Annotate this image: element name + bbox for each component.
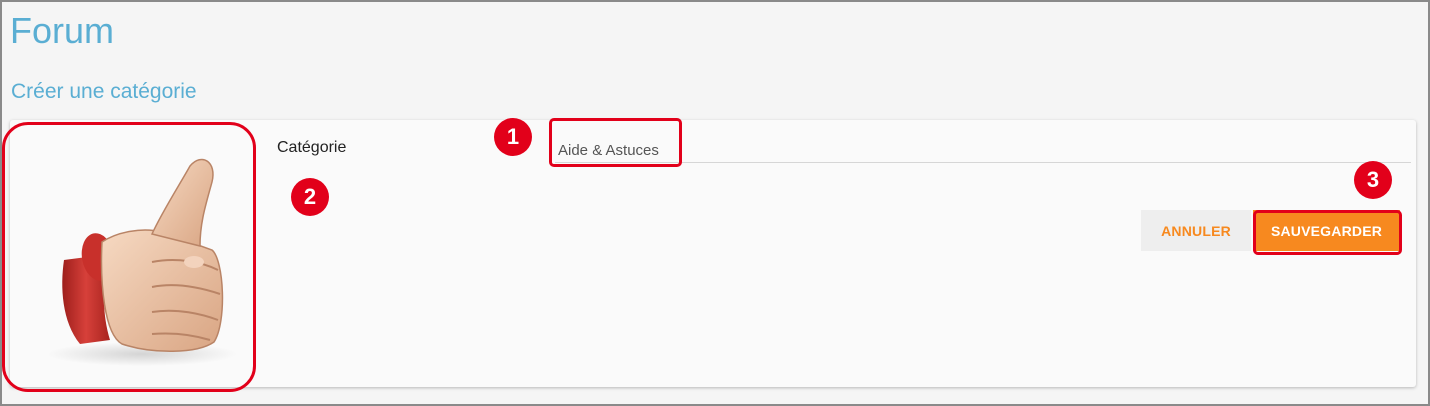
category-label: Catégorie bbox=[277, 139, 347, 156]
category-input[interactable] bbox=[555, 138, 1411, 163]
step-badge-2: 2 bbox=[291, 178, 329, 216]
save-button[interactable]: SAUVEGARDER bbox=[1253, 210, 1400, 251]
section-title: Créer une catégorie bbox=[11, 80, 197, 103]
step-badge-3: 3 bbox=[1354, 161, 1392, 199]
thumbs-up-icon bbox=[47, 158, 237, 366]
cancel-button[interactable]: ANNULER bbox=[1141, 210, 1251, 251]
page-title: Forum bbox=[10, 10, 115, 51]
category-image bbox=[2, 122, 250, 386]
step-badge-1: 1 bbox=[494, 118, 532, 156]
